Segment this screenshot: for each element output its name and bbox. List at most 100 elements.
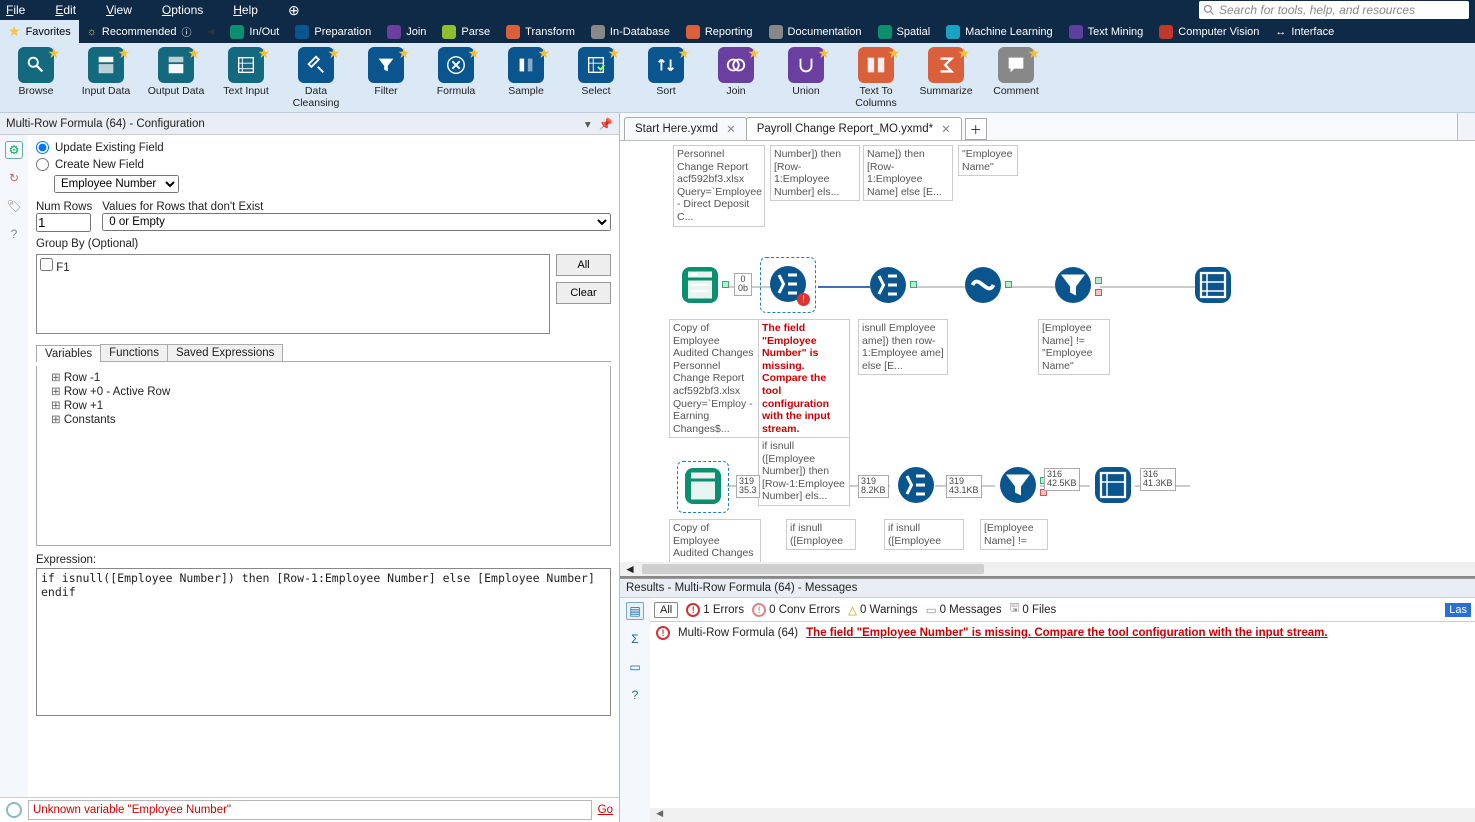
workflow-tab-0[interactable]: Start Here.yxmd✕	[624, 117, 747, 140]
page-icon[interactable]: ▭	[626, 658, 644, 676]
palette-tool-comment[interactable]: ★Comment	[982, 47, 1050, 97]
btn-all[interactable]: All	[556, 254, 611, 276]
numrows-input[interactable]	[36, 213, 91, 232]
last-button[interactable]: Las	[1445, 603, 1471, 617]
cat-indatabase[interactable]: In-Database	[583, 20, 678, 43]
select-icon[interactable]	[1195, 267, 1231, 303]
tree-row-minus1[interactable]: Row -1	[41, 370, 606, 384]
menu-options[interactable]: Options	[162, 3, 203, 17]
tab-variables[interactable]: Variables	[36, 345, 101, 362]
cat-recommended[interactable]: ☼Recommendedⓘ	[79, 20, 200, 43]
groupby-listbox[interactable]: F1	[36, 254, 550, 334]
multirow-formula-icon[interactable]	[870, 267, 906, 303]
palette-tool-text-input[interactable]: ★Text Input	[212, 47, 280, 97]
tree-row-plus1[interactable]: Row +1	[41, 398, 606, 412]
status-ok-icon	[6, 802, 22, 818]
dropdown-icon[interactable]: ▾	[585, 117, 591, 131]
cat-parse[interactable]: Parse	[434, 20, 498, 43]
close-icon[interactable]: ✕	[941, 122, 951, 136]
field-select[interactable]: Employee Number	[54, 175, 179, 193]
tab-saved[interactable]: Saved Expressions	[167, 344, 283, 361]
palette-tool-output-data[interactable]: ★Output Data	[142, 47, 210, 97]
palette-tool-union[interactable]: ★Union	[772, 47, 840, 97]
pin-icon[interactable]: 📌	[599, 117, 613, 131]
stats-badge: 316 42.5KB	[1044, 468, 1080, 491]
node-label: [Employee Name] !=	[980, 519, 1048, 550]
filter-all[interactable]: All	[654, 602, 678, 618]
palette-tool-sort[interactable]: ★Sort	[632, 47, 700, 97]
cat-transform[interactable]: Transform	[498, 20, 583, 43]
palette-tool-sample[interactable]: ★Sample	[492, 47, 560, 97]
formula-icon[interactable]	[965, 267, 1001, 303]
tree-row-0[interactable]: Row +0 - Active Row	[41, 384, 606, 398]
filter-icon[interactable]	[1055, 267, 1091, 303]
palette-tool-filter[interactable]: ★Filter	[352, 47, 420, 97]
stats-badge: 00b	[734, 273, 752, 296]
stat-msgs[interactable]: ▭0 Messages	[926, 603, 1002, 617]
node-label: Name]) then [Row-1:Employee Name] else […	[863, 145, 953, 201]
globe-icon[interactable]: ⊕	[288, 2, 300, 19]
tree-constants[interactable]: Constants	[41, 412, 606, 426]
palette-tool-formula[interactable]: ★Formula	[422, 47, 490, 97]
global-search[interactable]: Search for tools, help, and resources	[1199, 1, 1469, 19]
palette-tool-text-to-columns[interactable]: ★Text To Columns	[842, 47, 910, 109]
values-select[interactable]: 0 or Empty	[102, 213, 611, 231]
palette-tool-summarize[interactable]: ★Summarize	[912, 47, 980, 97]
go-link[interactable]: Go	[598, 804, 613, 816]
multirow-formula-icon[interactable]	[898, 467, 934, 503]
results-error-message[interactable]: The field "Employee Number" is missing. …	[806, 627, 1327, 639]
radio-create-field[interactable]: Create New Field	[36, 158, 611, 171]
cat-reporting[interactable]: Reporting	[678, 20, 761, 43]
variable-tree[interactable]: Row -1 Row +0 - Active Row Row +1 Consta…	[36, 366, 611, 546]
stat-warn[interactable]: △0 Warnings	[848, 603, 918, 617]
cat-documentation[interactable]: Documentation	[761, 20, 870, 43]
btn-clear[interactable]: Clear	[556, 282, 611, 304]
cat-inout[interactable]: In/Out	[222, 20, 287, 43]
menu-edit[interactable]: Edit	[55, 3, 76, 17]
cat-join[interactable]: Join	[379, 20, 434, 43]
cat-textmining[interactable]: Text Mining	[1061, 20, 1152, 43]
palette-tool-data-cleansing[interactable]: ★Data Cleansing	[282, 47, 350, 109]
cat-cv[interactable]: Computer Vision	[1151, 20, 1267, 43]
help-icon[interactable]: ?	[626, 686, 644, 704]
radio-update-field[interactable]: Update Existing Field	[36, 141, 611, 154]
stat-errors[interactable]: !1 Errors	[686, 603, 744, 617]
refresh-icon[interactable]: ↻	[5, 169, 23, 187]
tag-icon[interactable]: 🏷	[5, 197, 23, 215]
gear-icon[interactable]: ⚙	[5, 141, 23, 159]
results-scrollbar-h[interactable]: ◄	[650, 808, 1475, 822]
cat-preparation[interactable]: Preparation	[287, 20, 379, 43]
select-icon[interactable]	[1095, 467, 1131, 503]
cat-spatial[interactable]: Spatial	[870, 20, 939, 43]
palette-tool-select[interactable]: ★Select	[562, 47, 630, 97]
cat-chevron-left[interactable]: ◄	[200, 20, 223, 43]
cat-favorites[interactable]: ★Favorites	[0, 20, 79, 43]
input-data-icon[interactable]	[682, 267, 718, 303]
close-icon[interactable]: ✕	[726, 122, 736, 136]
menubar: File Edit View Options Help ⊕ Search for…	[0, 0, 1475, 20]
results-view-grid-icon[interactable]: ▤	[626, 602, 644, 620]
filter-icon[interactable]	[1000, 467, 1036, 503]
add-tab-button[interactable]: ＋	[965, 118, 987, 140]
cat-ml[interactable]: Machine Learning	[938, 20, 1060, 43]
multirow-formula-icon[interactable]: !	[770, 266, 806, 302]
cat-interface[interactable]: ↔Interface	[1267, 20, 1342, 43]
palette-tool-input-data[interactable]: ★Input Data	[72, 47, 140, 97]
sigma-icon[interactable]: Σ	[626, 630, 644, 648]
canvas-scrollbar-h[interactable]: ◄	[620, 562, 1475, 576]
menu-help[interactable]: Help	[233, 3, 258, 17]
input-data-icon[interactable]	[685, 468, 721, 504]
menu-view[interactable]: View	[106, 3, 132, 17]
menu-file[interactable]: File	[6, 3, 25, 17]
tab-functions[interactable]: Functions	[100, 344, 168, 361]
palette-tool-browse[interactable]: ★Browse	[2, 47, 70, 97]
expression-box[interactable]: if isnull([Employee Number]) then [Row-1…	[36, 568, 611, 716]
favorite-star-icon: ★	[887, 45, 900, 62]
workflow-canvas[interactable]: Personnel Change Report acf592bf3.xlsx Q…	[620, 141, 1475, 578]
results-row[interactable]: ! Multi-Row Formula (64) The field "Empl…	[656, 626, 1469, 640]
stat-conv[interactable]: !0 Conv Errors	[752, 603, 840, 617]
help-icon[interactable]: ?	[5, 225, 23, 243]
workflow-tab-1[interactable]: Payroll Change Report_MO.yxmd*✕	[746, 117, 962, 140]
palette-tool-join[interactable]: ★Join	[702, 47, 770, 97]
stat-files[interactable]: 🖫0 Files	[1010, 600, 1057, 619]
